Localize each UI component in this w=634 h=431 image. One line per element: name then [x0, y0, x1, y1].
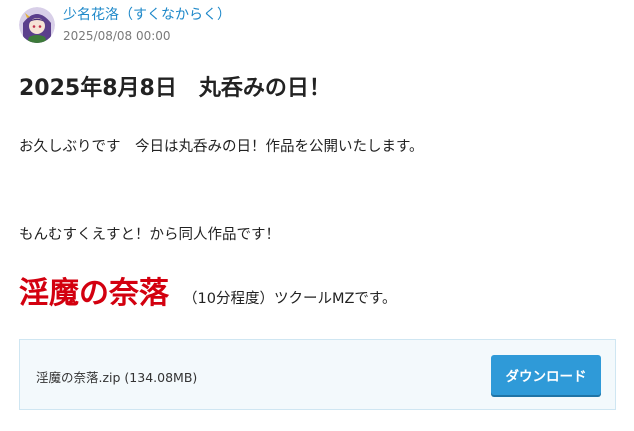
work-note: （10分程度）ツクールMZです。 [183, 291, 397, 307]
post-page: 少名花洛（すくなからく） 2025/08/08 00:00 2025年8月8日 … [0, 0, 634, 431]
post-date: 2025/08/08 00:00 [63, 29, 171, 43]
work-title: 淫魔の奈落 [19, 276, 169, 311]
download-button[interactable]: ダウンロード [491, 355, 601, 395]
post-title: 2025年8月8日 丸呑みの日！ [19, 76, 331, 101]
post-paragraph-1: お久しぶりです 今日は丸呑みの日！作品を公開いたします。 [19, 139, 424, 155]
work-line: 淫魔の奈落 （10分程度）ツクールMZです。 [19, 274, 396, 314]
attachment-file-name: 淫魔の奈落.zip (134.08MB) [36, 370, 198, 385]
author-name-link[interactable]: 少名花洛（すくなからく） [63, 6, 231, 24]
author-meta: 少名花洛（すくなからく） 2025/08/08 00:00 [63, 6, 231, 44]
post-paragraph-2: もんむすくえすと！から同人作品です！ [19, 227, 280, 243]
character-avatar-icon[interactable] [19, 7, 55, 43]
attachment-box: 淫魔の奈落.zip (134.08MB) ダウンロード [19, 339, 616, 410]
author-header: 少名花洛（すくなからく） 2025/08/08 00:00 [19, 6, 231, 44]
